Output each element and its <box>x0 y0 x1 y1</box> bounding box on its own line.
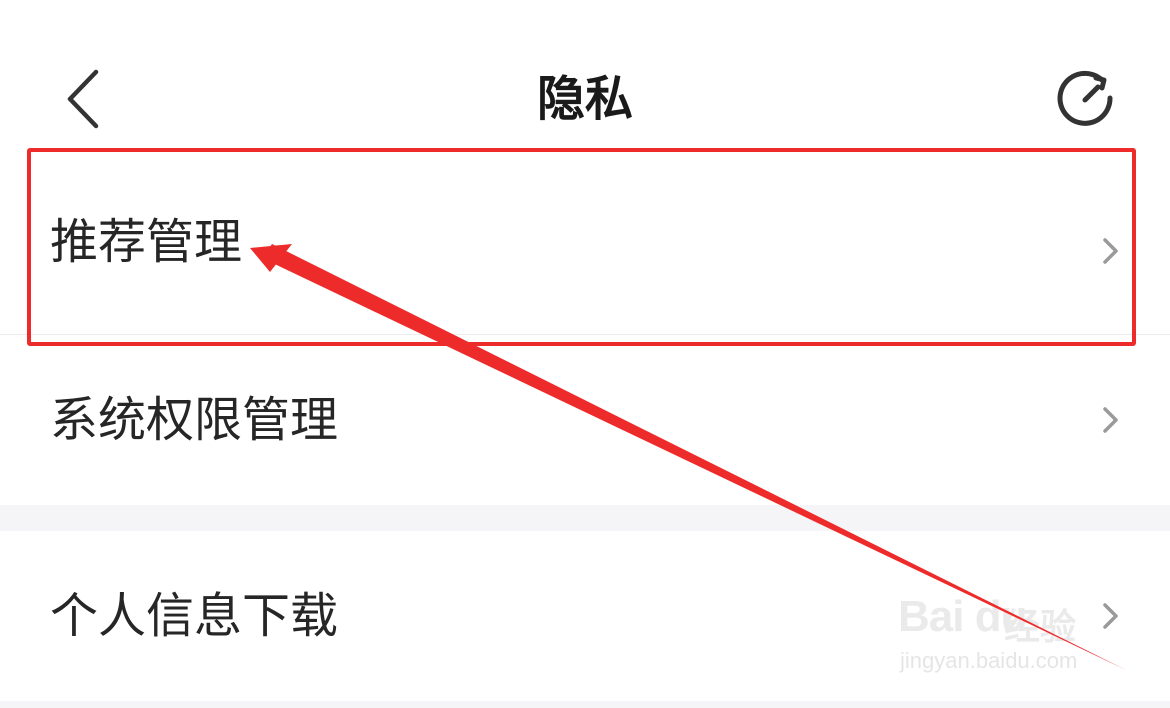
list-item-label: 推荐管理 <box>50 214 243 270</box>
refresh-button[interactable] <box>1052 66 1122 132</box>
page-title: 隐私 <box>536 71 633 127</box>
section-gap <box>0 505 1170 531</box>
list-item-recommendation-management[interactable]: 推荐管理 <box>0 146 1170 334</box>
chevron-right-icon <box>1103 407 1118 433</box>
list-item-system-permission-management[interactable]: 系统权限管理 <box>0 335 1170 505</box>
list-item-label: 个人信息下载 <box>50 588 339 644</box>
list-item-personal-info-download[interactable]: 个人信息下载 <box>0 531 1170 701</box>
list-item-label: 系统权限管理 <box>50 392 339 448</box>
chevron-right-icon <box>1103 603 1118 629</box>
refresh-icon <box>1057 70 1113 126</box>
app-header: 隐私 <box>0 0 1170 146</box>
chevron-right-icon <box>1103 238 1118 264</box>
